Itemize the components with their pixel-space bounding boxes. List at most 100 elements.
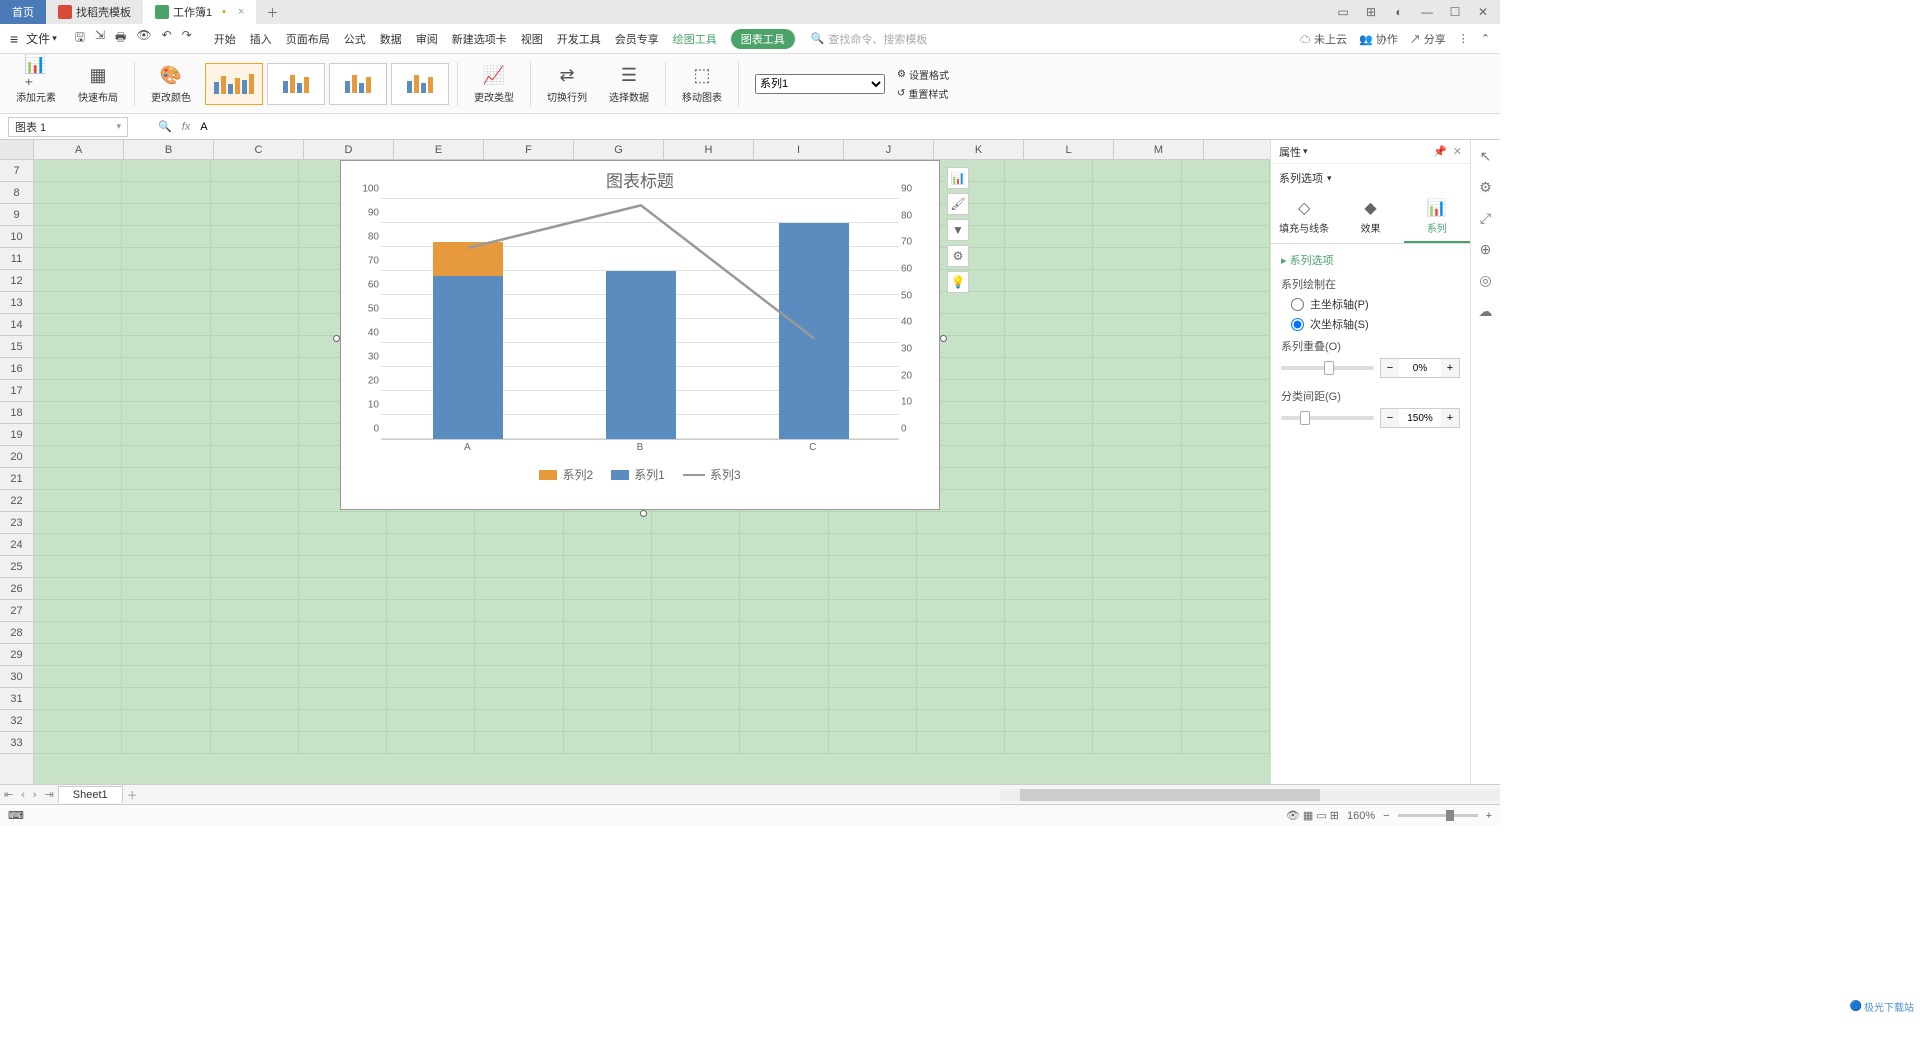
row-header[interactable]: 15 <box>0 336 33 358</box>
layout-icon[interactable]: ▭ <box>1334 3 1352 21</box>
tab-series[interactable]: 📊系列 <box>1404 192 1470 243</box>
close-icon[interactable]: × <box>238 6 244 18</box>
style-2[interactable] <box>267 63 325 105</box>
export-icon[interactable]: ⇲ <box>95 28 105 49</box>
maximize-button[interactable]: ☐ <box>1446 3 1464 21</box>
preview-icon[interactable]: 👁 <box>136 28 151 49</box>
style-4[interactable] <box>391 63 449 105</box>
collapse-ribbon-icon[interactable]: ⌃ <box>1481 32 1490 45</box>
quick-layout-button[interactable]: ▦快速布局 <box>70 59 126 108</box>
chart-elements-icon[interactable]: 📊 <box>947 167 969 189</box>
row-header[interactable]: 23 <box>0 512 33 534</box>
reset-style-button[interactable]: ↺重置样式 <box>897 86 949 101</box>
print-icon[interactable]: 🖶 <box>115 28 126 49</box>
select-all-corner[interactable] <box>0 140 34 159</box>
primary-axis-radio[interactable] <box>1291 298 1304 311</box>
add-element-button[interactable]: 📊⁺添加元素 <box>8 59 64 108</box>
overlap-value[interactable] <box>1399 363 1441 374</box>
menu-layout[interactable]: 页面布局 <box>286 29 330 49</box>
close-panel-icon[interactable]: ✕ <box>1453 145 1462 158</box>
row-header[interactable]: 28 <box>0 622 33 644</box>
zoom-slider[interactable] <box>1398 814 1478 817</box>
col-header[interactable]: E <box>394 140 484 159</box>
row-header[interactable]: 22 <box>0 490 33 512</box>
col-header[interactable]: H <box>664 140 754 159</box>
row-header[interactable]: 21 <box>0 468 33 490</box>
series-dropdown[interactable]: 系列选项 ▾ <box>1271 164 1470 192</box>
location-tool-icon[interactable]: ◎ <box>1479 272 1491 289</box>
secondary-axis-radio[interactable] <box>1291 318 1304 331</box>
menu-newtab[interactable]: 新建选项卡 <box>452 29 507 49</box>
row-header[interactable]: 7 <box>0 160 33 182</box>
style-3[interactable] <box>329 63 387 105</box>
link-tool-icon[interactable]: ⊕ <box>1480 241 1492 258</box>
zoom-icon[interactable]: 🔍 <box>158 120 172 133</box>
user-icon[interactable]: ◐ <box>1390 3 1408 21</box>
gap-plus[interactable]: + <box>1441 409 1459 427</box>
zoom-in-icon[interactable]: + <box>1486 810 1492 822</box>
name-box[interactable]: 图表 1 <box>8 117 128 137</box>
gap-slider[interactable] <box>1281 416 1374 420</box>
row-header[interactable]: 33 <box>0 732 33 754</box>
col-header[interactable]: F <box>484 140 574 159</box>
redo-icon[interactable]: ↷ <box>182 28 192 49</box>
row-header[interactable]: 17 <box>0 380 33 402</box>
select-tool-icon[interactable]: ↖ <box>1480 148 1492 165</box>
undo-icon[interactable]: ↶ <box>162 28 172 49</box>
input-mode-icon[interactable]: ⌨ <box>8 809 24 822</box>
menu-review[interactable]: 审阅 <box>416 29 438 49</box>
row-header[interactable]: 9 <box>0 204 33 226</box>
row-header[interactable]: 12 <box>0 270 33 292</box>
row-header[interactable]: 20 <box>0 446 33 468</box>
tab-fill[interactable]: ◇填充与线条 <box>1271 192 1337 243</box>
last-sheet-icon[interactable]: ⇥ <box>41 788 58 801</box>
lightbulb-icon[interactable]: 💡 <box>947 271 969 293</box>
col-header[interactable]: M <box>1114 140 1204 159</box>
row-header[interactable]: 13 <box>0 292 33 314</box>
chart-title[interactable]: 图表标题 <box>341 161 939 192</box>
tab-effect[interactable]: ◆效果 <box>1337 192 1403 243</box>
row-header[interactable]: 24 <box>0 534 33 556</box>
overlap-minus[interactable]: − <box>1381 359 1399 377</box>
overlap-slider[interactable] <box>1281 366 1374 370</box>
pin-icon[interactable]: 📌 <box>1433 145 1447 158</box>
select-data-button[interactable]: ☰选择数据 <box>601 59 657 108</box>
move-chart-button[interactable]: ⬚移动图表 <box>674 59 730 108</box>
col-header[interactable]: J <box>844 140 934 159</box>
coop-button[interactable]: 👥 协作 <box>1359 31 1398 47</box>
add-sheet-icon[interactable]: ＋ <box>123 787 142 803</box>
formula-input[interactable] <box>200 121 400 133</box>
chart-object[interactable]: 图表标题 0102030405060708090100 010203040506… <box>340 160 940 510</box>
menu-formula[interactable]: 公式 <box>344 29 366 49</box>
row-header[interactable]: 32 <box>0 710 33 732</box>
set-format-button[interactable]: ⚙设置格式 <box>897 67 949 82</box>
tab-workbook[interactable]: 工作簿1•× <box>143 0 256 24</box>
tab-templates[interactable]: 找稻壳模板 <box>46 0 143 24</box>
change-color-button[interactable]: 🎨更改颜色 <box>143 59 199 108</box>
backup-tool-icon[interactable]: ☁ <box>1479 303 1493 320</box>
zoom-out-icon[interactable]: − <box>1383 810 1389 822</box>
new-tab-button[interactable]: ＋ <box>256 4 288 21</box>
menu-charttools[interactable]: 图表工具 <box>731 29 795 49</box>
section-series-options[interactable]: ▸ 系列选项 <box>1281 252 1460 268</box>
col-header[interactable]: C <box>214 140 304 159</box>
filter-icon[interactable]: ▼ <box>947 219 969 241</box>
command-search[interactable]: 🔍 查找命令、搜索模板 <box>811 31 928 47</box>
share-button[interactable]: ↗ 分享 <box>1410 31 1446 47</box>
menu-drawtools[interactable]: 绘图工具 <box>673 29 717 49</box>
col-header[interactable]: I <box>754 140 844 159</box>
row-header[interactable]: 19 <box>0 424 33 446</box>
menu-vip[interactable]: 会员专享 <box>615 29 659 49</box>
hamburger-icon[interactable]: ≡ <box>10 31 18 47</box>
row-header[interactable]: 10 <box>0 226 33 248</box>
horizontal-scrollbar[interactable] <box>1000 789 1500 801</box>
row-header[interactable]: 14 <box>0 314 33 336</box>
next-sheet-icon[interactable]: › <box>29 789 41 801</box>
sheet-tab[interactable]: Sheet1 <box>58 786 123 803</box>
row-header[interactable]: 30 <box>0 666 33 688</box>
save-icon[interactable]: 🖫 <box>75 28 85 49</box>
menu-insert[interactable]: 插入 <box>250 29 272 49</box>
series-selector[interactable]: 系列1 <box>755 74 885 94</box>
overlap-plus[interactable]: + <box>1441 359 1459 377</box>
row-header[interactable]: 29 <box>0 644 33 666</box>
